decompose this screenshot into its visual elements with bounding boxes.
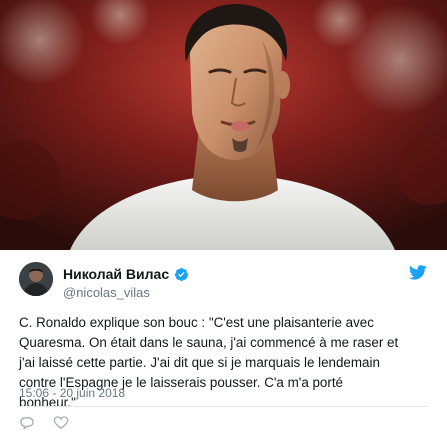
avatar[interactable] [19,262,53,296]
tweet-photo[interactable] [0,0,447,250]
twitter-bird-icon[interactable] [409,265,427,280]
author-handle[interactable]: @nicolas_vilas [63,285,150,300]
divider [19,406,428,407]
tweet-card: Николай Вилас @nicolas_vilas C. Ronaldo … [0,250,447,441]
author-display-name[interactable]: Николай Вилас [63,266,169,282]
reply-icon[interactable] [19,416,35,430]
tweet-actions [19,416,69,436]
tweet-timestamp[interactable]: 15:06 - 20 juin 2018 [19,386,125,400]
player-photo-illustration [0,0,447,250]
avatar-image [19,262,53,296]
like-icon[interactable] [53,416,69,430]
verified-badge-icon [175,267,189,281]
author-name-row[interactable]: Николай Вилас [63,265,189,283]
